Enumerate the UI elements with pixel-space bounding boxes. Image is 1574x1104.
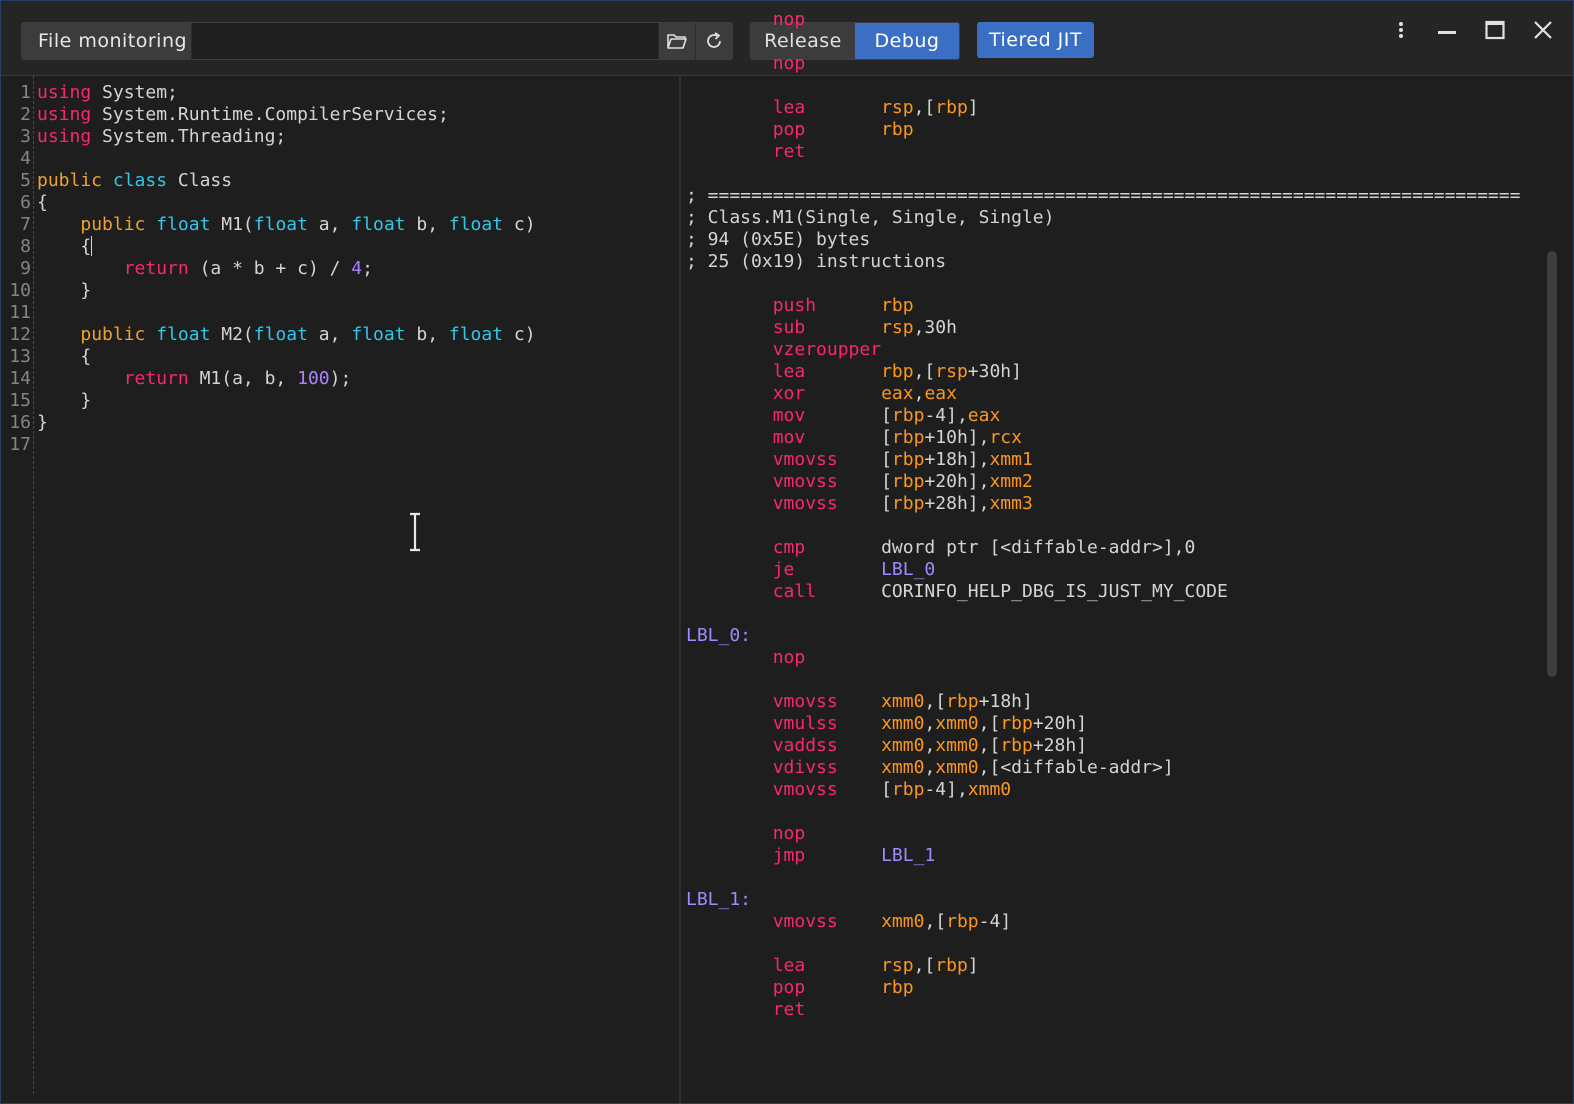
folder-open-icon	[667, 34, 687, 49]
close-icon	[1534, 21, 1552, 39]
line-number: 8	[20, 236, 31, 257]
file-monitoring-group: File monitoring	[21, 22, 733, 60]
line-number: 14	[9, 368, 31, 389]
line-number: 5	[20, 170, 31, 191]
line-number: 16	[9, 412, 31, 433]
line-number: 11	[9, 302, 31, 323]
line-number: 10	[9, 280, 31, 301]
line-number: 17	[9, 434, 31, 455]
text-caret	[91, 236, 93, 256]
line-number: 4	[20, 148, 31, 169]
file-monitoring-label: File monitoring	[22, 23, 192, 59]
source-code[interactable]: 1 using System; 2 using System.Runtime.Com…	[1, 82, 535, 456]
line-number: 15	[9, 390, 31, 411]
file-path-input[interactable]	[192, 23, 658, 59]
line-number: 9	[20, 258, 31, 279]
disassembly-scrollbar[interactable]	[1547, 251, 1557, 677]
line-number: 7	[20, 214, 31, 235]
app-window: File monitoring Release Debug Tiered JIT	[0, 0, 1574, 1104]
text-cursor-icon	[410, 512, 420, 552]
disassembly-output[interactable]: nop nop lea rsp,[rbp] pop rbp ret ; ====…	[686, 9, 1520, 1021]
line-number: 3	[20, 126, 31, 147]
close-button[interactable]	[1528, 15, 1558, 45]
line-number: 12	[9, 324, 31, 345]
line-number: 1	[20, 82, 31, 103]
line-number: 2	[20, 104, 31, 125]
code-editor[interactable]: 1 using System; 2 using System.Runtime.Com…	[1, 76, 681, 1103]
line-number: 13	[9, 346, 31, 367]
line-number: 6	[20, 192, 31, 213]
